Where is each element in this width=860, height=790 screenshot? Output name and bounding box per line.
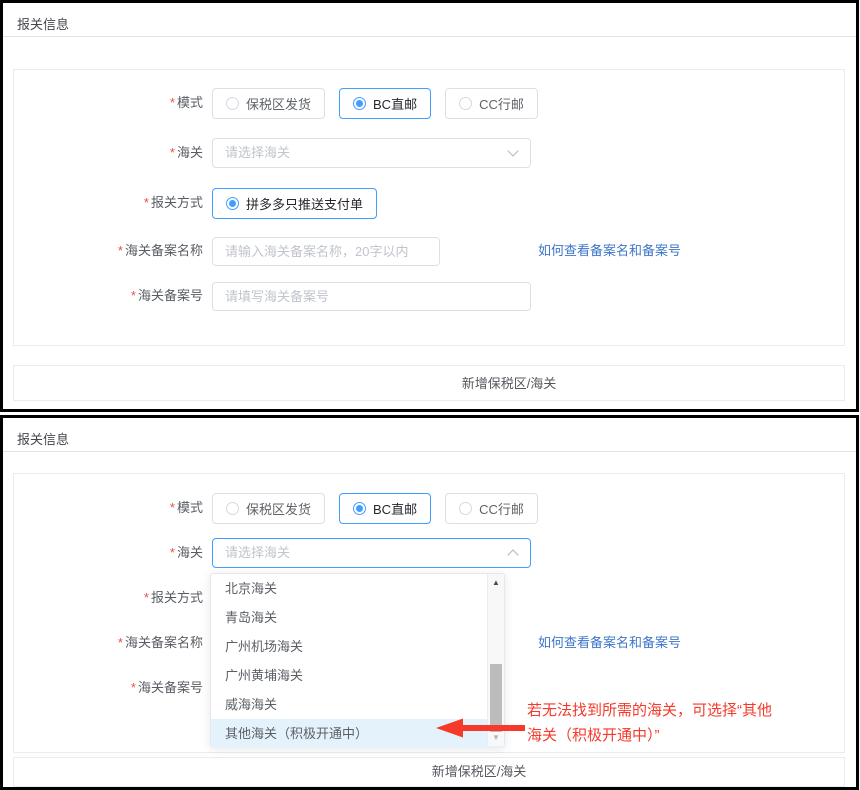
form-row-mode: *模式 保税区发货 BC直邮 CC行邮 <box>3 88 856 118</box>
customs-info-panel-bottom: 报关信息 *模式 保税区发货 BC直邮 CC行邮 *海关 请选择海关 <box>0 415 859 790</box>
field-label-mode: *模式 <box>3 493 203 523</box>
required-asterisk: * <box>170 95 175 110</box>
customs-select[interactable]: 请选择海关 <box>212 138 531 168</box>
header-divider <box>3 451 856 452</box>
red-arrow-icon <box>433 715 529 741</box>
add-bonded-area-customs-button[interactable]: 新增保税区/海关 <box>13 757 845 787</box>
dropdown-option-beijing[interactable]: 北京海关 <box>211 574 504 603</box>
record-number-input[interactable] <box>212 282 531 311</box>
dropdown-option-guangzhou-huangpu[interactable]: 广州黄埔海关 <box>211 661 504 690</box>
field-label-declare-method: *报关方式 <box>3 188 203 218</box>
customs-select-open[interactable]: 请选择海关 <box>212 538 531 568</box>
form-row-declare-method: *报关方式 拼多多只推送支付单 <box>3 188 856 218</box>
field-label-declare-method: *报关方式 <box>3 583 203 613</box>
required-asterisk: * <box>131 288 136 303</box>
field-label-record-name: *海关备案名称 <box>3 236 203 266</box>
help-link[interactable]: 如何查看备案名和备案号 <box>538 628 681 658</box>
radio-option-push-payment-only[interactable]: 拼多多只推送支付单 <box>212 188 377 219</box>
panel-title: 报关信息 <box>17 14 69 33</box>
dropdown-option-guangzhou-airport[interactable]: 广州机场海关 <box>211 632 504 661</box>
form-row-mode: *模式 保税区发货 BC直邮 CC行邮 <box>3 493 856 523</box>
field-label-mode: *模式 <box>3 88 203 118</box>
add-bonded-area-customs-button[interactable]: 新增保税区/海关 <box>13 365 845 401</box>
required-asterisk: * <box>144 195 149 210</box>
radio-icon <box>226 97 239 110</box>
required-asterisk: * <box>144 590 149 605</box>
radio-selected-icon <box>353 97 366 110</box>
radio-selected-icon <box>226 197 239 210</box>
radio-icon <box>226 502 239 515</box>
panel-title: 报关信息 <box>17 429 69 448</box>
customs-info-panel-top: 报关信息 *模式 保税区发货 BC直邮 CC行邮 *海关 请选择海关 <box>0 0 859 412</box>
field-label-customs: *海关 <box>3 538 203 568</box>
record-name-input[interactable] <box>212 237 440 266</box>
field-label-record-name: *海关备案名称 <box>3 628 203 658</box>
annotation-line-1: 若无法找到所需的海关，可选择“其他 <box>527 698 859 723</box>
form-row-record-number: *海关备案号 <box>3 281 856 311</box>
chevron-down-icon <box>507 145 518 156</box>
radio-option-bc-direct[interactable]: BC直邮 <box>339 493 431 524</box>
scroll-up-icon[interactable]: ▲ <box>488 575 504 590</box>
required-asterisk: * <box>131 680 136 695</box>
radio-option-bonded-zone[interactable]: 保税区发货 <box>212 88 325 119</box>
radio-icon <box>459 97 472 110</box>
radio-option-bonded-zone[interactable]: 保税区发货 <box>212 493 325 524</box>
dropdown-option-qingdao[interactable]: 青岛海关 <box>211 603 504 632</box>
field-label-record-number: *海关备案号 <box>3 281 203 311</box>
form-row-customs: *海关 请选择海关 <box>3 138 856 168</box>
radio-icon <box>459 502 472 515</box>
radio-option-bc-direct[interactable]: BC直邮 <box>339 88 431 119</box>
radio-selected-icon <box>353 502 366 515</box>
annotation-text: 若无法找到所需的海关，可选择“其他 海关（积极开通中）” <box>527 698 859 748</box>
required-asterisk: * <box>170 145 175 160</box>
help-link[interactable]: 如何查看备案名和备案号 <box>538 236 681 266</box>
radio-option-cc-mail[interactable]: CC行邮 <box>445 493 538 524</box>
annotation-line-2: 海关（积极开通中）” <box>527 723 859 748</box>
header-divider <box>3 36 856 37</box>
required-asterisk: * <box>118 243 123 258</box>
required-asterisk: * <box>118 635 123 650</box>
field-label-customs: *海关 <box>3 138 203 168</box>
required-asterisk: * <box>170 545 175 560</box>
chevron-up-icon <box>507 549 518 560</box>
required-asterisk: * <box>170 500 175 515</box>
field-label-record-number: *海关备案号 <box>3 673 203 703</box>
form-row-record-name: *海关备案名称 如何查看备案名和备案号 <box>3 236 856 266</box>
radio-option-cc-mail[interactable]: CC行邮 <box>445 88 538 119</box>
form-row-customs: *海关 请选择海关 <box>3 538 856 568</box>
